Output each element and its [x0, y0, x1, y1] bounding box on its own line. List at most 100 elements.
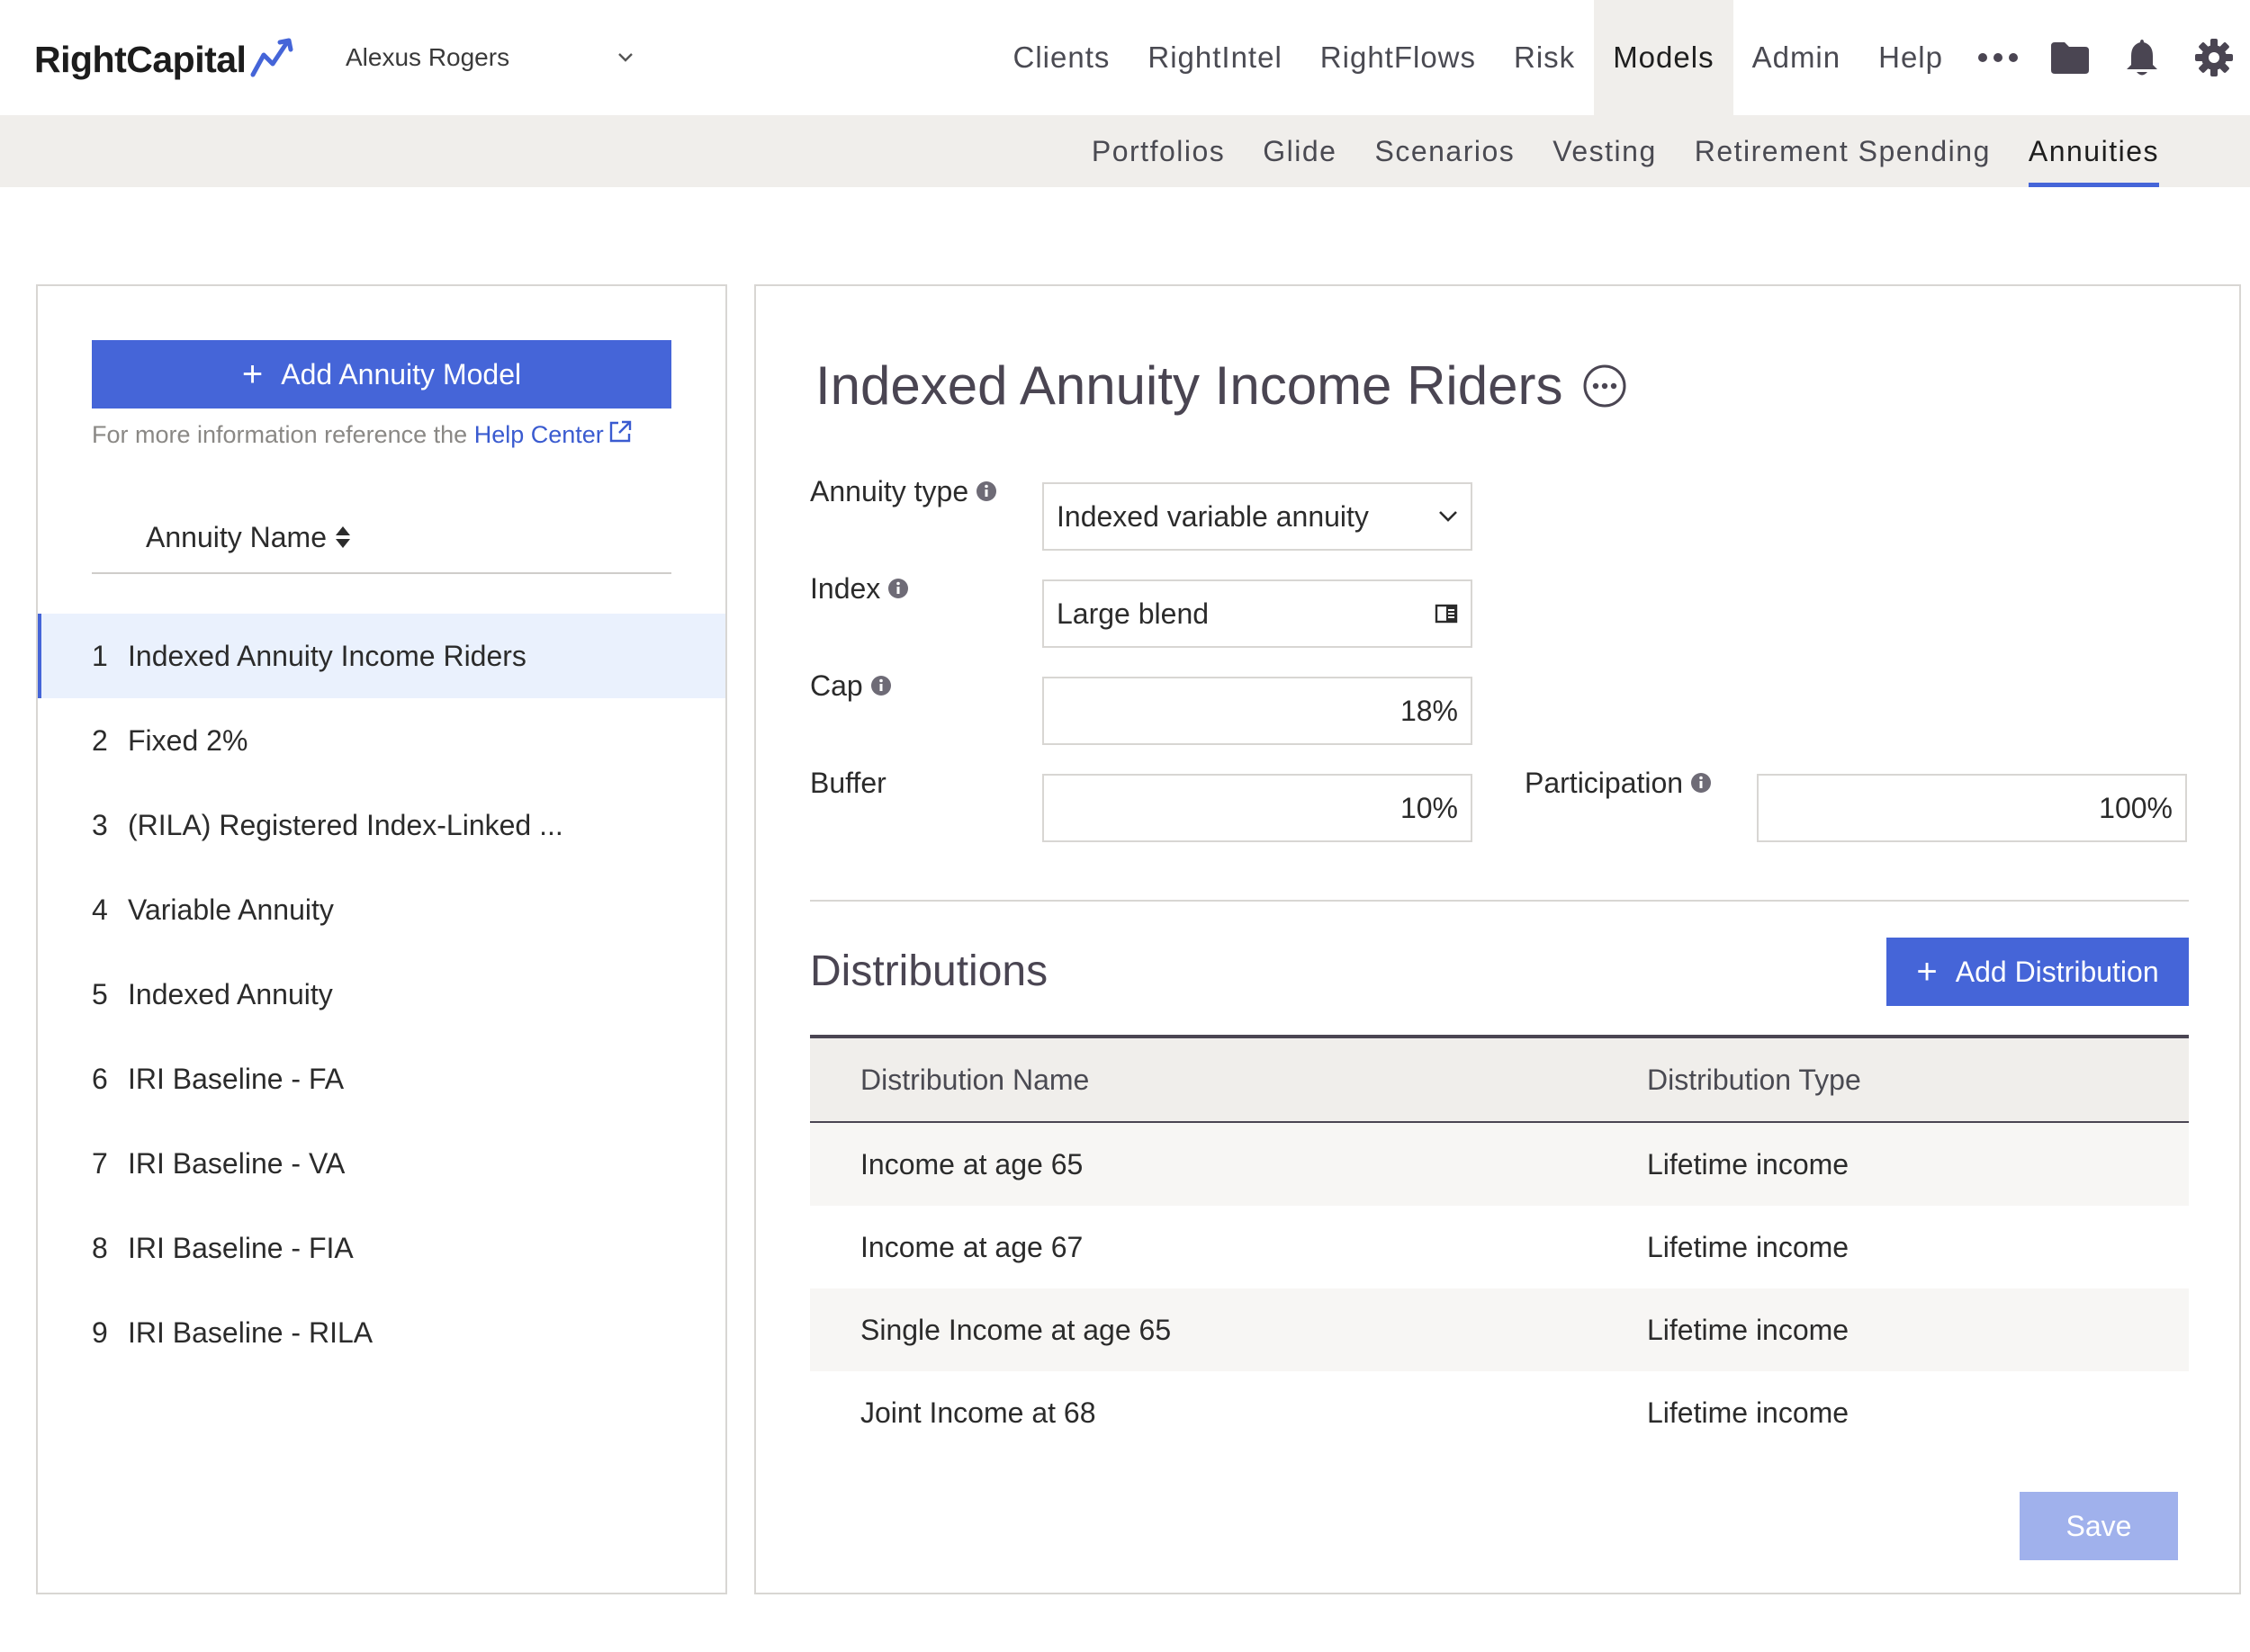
folder-icon[interactable] — [2034, 0, 2106, 115]
buffer-label: Buffer — [810, 765, 886, 801]
help-center-link-label: Help Center — [473, 421, 604, 448]
annuity-number: 4 — [92, 893, 108, 926]
annuity-type-select[interactable]: Indexed variable annuity — [1042, 482, 1472, 551]
tab-vesting[interactable]: Vesting — [1534, 115, 1675, 187]
tab-scenarios[interactable]: Scenarios — [1355, 115, 1534, 187]
table-row[interactable]: Joint Income at 68 Lifetime income — [810, 1371, 2189, 1454]
nav-admin[interactable]: Admin — [1733, 0, 1860, 115]
bell-icon[interactable] — [2106, 0, 2178, 115]
annuity-list-item[interactable]: 3 (RILA) Registered Index-Linked ... — [38, 783, 725, 867]
add-annuity-model-button[interactable]: + Add Annuity Model — [92, 340, 671, 409]
help-text-label: For more information reference the — [92, 421, 468, 448]
participation-label-text: Participation — [1525, 766, 1684, 799]
distribution-type-column: Distribution Type — [1647, 1063, 1861, 1096]
annuity-name: Fixed 2% — [128, 723, 248, 757]
annuity-name: Variable Annuity — [128, 893, 334, 926]
external-link-icon — [609, 420, 631, 443]
more-options-icon[interactable] — [1582, 364, 1627, 409]
annuity-name: Indexed Annuity Income Riders — [128, 639, 526, 672]
chevron-down-icon — [618, 53, 633, 62]
nav-help[interactable]: Help — [1859, 0, 1962, 115]
annuity-type-label: Annuity type — [810, 473, 997, 509]
distribution-name: Joint Income at 68 — [860, 1396, 1096, 1429]
cap-label: Cap — [810, 668, 892, 704]
table-row[interactable]: Single Income at age 65 Lifetime income — [810, 1288, 2189, 1371]
more-icon[interactable] — [1962, 0, 2034, 115]
top-navigation-bar: RightCapital Alexus Rogers Clients Right… — [0, 0, 2250, 115]
annuity-list-item[interactable]: 7 IRI Baseline - VA — [38, 1121, 725, 1206]
buffer-input[interactable]: 10% — [1042, 774, 1472, 842]
annuity-type-label-text: Annuity type — [810, 474, 969, 507]
panel-picker-icon[interactable] — [1435, 604, 1458, 624]
annuity-number: 9 — [92, 1315, 108, 1349]
distribution-type: Lifetime income — [1647, 1147, 1850, 1181]
info-icon[interactable] — [870, 675, 892, 696]
annuity-number: 6 — [92, 1062, 108, 1095]
plus-icon: + — [1916, 952, 1938, 992]
annuity-type-value: Indexed variable annuity — [1057, 499, 1369, 533]
section-divider — [810, 900, 2189, 902]
participation-input[interactable]: 100% — [1757, 774, 2187, 842]
save-button[interactable]: Save — [2020, 1492, 2178, 1560]
table-header: Distribution Name Distribution Type — [810, 1035, 2189, 1123]
table-row[interactable]: Income at age 65 Lifetime income — [810, 1123, 2189, 1206]
nav-models[interactable]: Models — [1594, 0, 1733, 115]
logo-text: RightCapital — [34, 38, 247, 80]
cap-input[interactable]: 18% — [1042, 677, 1472, 745]
buffer-label-text: Buffer — [810, 766, 886, 799]
logo-trend-icon — [249, 37, 300, 83]
help-text: For more information reference the Help … — [92, 419, 633, 449]
info-icon[interactable] — [1690, 772, 1712, 794]
table-row[interactable]: Income at age 67 Lifetime income — [810, 1206, 2189, 1288]
distribution-type: Lifetime income — [1647, 1396, 1850, 1429]
detail-title: Indexed Annuity Income Riders — [815, 355, 1627, 417]
table-body: Income at age 65 Lifetime income Income … — [810, 1123, 2189, 1454]
add-distribution-button[interactable]: + Add Distribution — [1886, 938, 2189, 1006]
tab-portfolios[interactable]: Portfolios — [1073, 115, 1244, 187]
tab-glide[interactable]: Glide — [1244, 115, 1355, 187]
annuity-list-item[interactable]: 9 IRI Baseline - RILA — [38, 1290, 725, 1375]
nav-rightflows[interactable]: RightFlows — [1301, 0, 1495, 115]
distribution-name: Single Income at age 65 — [860, 1313, 1172, 1346]
client-selector[interactable]: Alexus Rogers — [346, 40, 652, 76]
annuity-list-item[interactable]: 2 Fixed 2% — [38, 698, 725, 783]
annuity-list: 1 Indexed Annuity Income Riders 2 Fixed … — [38, 614, 725, 1375]
info-icon[interactable] — [976, 480, 997, 502]
annuity-list-item[interactable]: 6 IRI Baseline - FA — [38, 1037, 725, 1121]
annuity-list-header: Annuity Name — [92, 502, 671, 574]
index-value: Large blend — [1057, 597, 1210, 630]
plus-icon: + — [241, 355, 264, 394]
help-center-link[interactable]: Help Center — [473, 420, 633, 448]
distributions-title: Distributions — [810, 947, 1048, 995]
annuity-list-item[interactable]: 4 Variable Annuity — [38, 867, 725, 952]
rightcapital-logo[interactable]: RightCapital — [34, 34, 300, 85]
client-name: Alexus Rogers — [346, 43, 510, 71]
distribution-name: Income at age 65 — [860, 1147, 1084, 1181]
annuity-number: 1 — [92, 639, 108, 672]
annuity-number: 7 — [92, 1146, 108, 1180]
gear-icon[interactable] — [2178, 0, 2250, 115]
distribution-name-column: Distribution Name — [860, 1063, 1090, 1096]
nav-clients[interactable]: Clients — [994, 0, 1130, 115]
annuity-number: 3 — [92, 808, 108, 841]
nav-risk[interactable]: Risk — [1495, 0, 1594, 115]
annuity-list-item[interactable]: 8 IRI Baseline - FIA — [38, 1206, 725, 1290]
annuity-name: (RILA) Registered Index-Linked ... — [128, 808, 563, 841]
tab-retirement-spending[interactable]: Retirement Spending — [1676, 115, 2010, 187]
add-annuity-model-label: Add Annuity Model — [281, 357, 522, 391]
annuity-name: IRI Baseline - RILA — [128, 1315, 374, 1349]
buffer-value: 10% — [1400, 791, 1458, 824]
annuity-name: IRI Baseline - FIA — [128, 1231, 354, 1264]
annuity-list-item[interactable]: 1 Indexed Annuity Income Riders — [38, 614, 725, 698]
annuity-name: IRI Baseline - VA — [128, 1146, 346, 1180]
info-icon[interactable] — [887, 578, 909, 599]
cap-label-text: Cap — [810, 669, 863, 702]
tab-annuities[interactable]: Annuities — [2010, 115, 2178, 187]
nav-rightintel[interactable]: RightIntel — [1129, 0, 1300, 115]
annuity-list-item[interactable]: 5 Indexed Annuity — [38, 952, 725, 1037]
index-field[interactable]: Large blend — [1042, 579, 1472, 648]
main-nav: Clients RightIntel RightFlows Risk Model… — [994, 0, 2250, 115]
annuity-name: Indexed Annuity — [128, 977, 333, 1010]
annuity-number: 5 — [92, 977, 108, 1010]
sort-annuity-name[interactable]: Annuity Name — [146, 521, 352, 554]
